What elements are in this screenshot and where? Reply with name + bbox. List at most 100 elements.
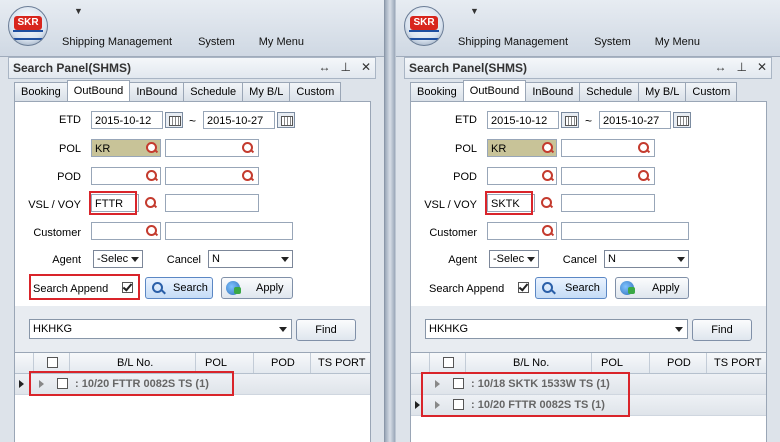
- menu-system[interactable]: System: [198, 34, 235, 50]
- tab-booking[interactable]: Booking: [410, 82, 464, 101]
- tab-strip: Booking OutBound InBound Schedule My B/L…: [410, 80, 738, 101]
- quick-access-dropdown-icon[interactable]: ▼: [470, 6, 479, 16]
- search-form: ETD 2015-10-12 ~ 2015-10-27 POL KR POD V…: [410, 101, 767, 308]
- etd-label: ETD: [455, 114, 477, 126]
- find-button[interactable]: Find: [692, 319, 752, 341]
- title-bar: SKR ▼ Shipping Management System My Menu: [396, 0, 780, 57]
- etd-to-input[interactable]: 2015-10-27: [599, 111, 671, 129]
- col-pod[interactable]: POD: [667, 357, 691, 369]
- tab-custom[interactable]: Custom: [289, 82, 342, 101]
- menu-shipping-management[interactable]: Shipping Management: [62, 34, 172, 50]
- window-divider: [385, 0, 395, 442]
- menu-my-menu[interactable]: My Menu: [655, 34, 700, 50]
- search-icon[interactable]: [144, 196, 158, 210]
- voy-input[interactable]: [561, 194, 655, 212]
- search-icon[interactable]: [541, 141, 555, 155]
- col-pol[interactable]: POL: [205, 357, 227, 369]
- close-icon[interactable]: ✕: [757, 60, 767, 74]
- tab-schedule[interactable]: Schedule: [183, 82, 244, 101]
- search-icon[interactable]: [541, 169, 555, 183]
- customer-name-input[interactable]: [561, 222, 689, 240]
- search-icon[interactable]: [241, 141, 255, 155]
- tab-inbound[interactable]: InBound: [525, 82, 581, 101]
- search-icon[interactable]: [241, 169, 255, 183]
- agent-label: Agent: [448, 254, 477, 266]
- tab-inbound[interactable]: InBound: [129, 82, 185, 101]
- select-all-checkbox[interactable]: [47, 357, 58, 368]
- pol-label: POL: [58, 143, 81, 155]
- search-icon[interactable]: [145, 169, 159, 183]
- menu-shipping-management[interactable]: Shipping Management: [458, 34, 568, 50]
- apply-button[interactable]: Apply: [615, 277, 689, 299]
- search-button[interactable]: Search: [145, 277, 213, 299]
- voy-input[interactable]: [165, 194, 259, 212]
- title-bar: SKR ▼ Shipping Management System My Menu: [0, 0, 384, 57]
- col-bl-no[interactable]: B/L No.: [117, 357, 153, 369]
- annotation-highlight: [485, 191, 533, 215]
- pin-icon[interactable]: ⊥: [736, 60, 746, 74]
- logo-text: SKR: [410, 16, 438, 30]
- search-icon[interactable]: [541, 224, 555, 238]
- search-icon: [150, 281, 166, 295]
- apply-button[interactable]: Apply: [221, 277, 293, 299]
- col-pol[interactable]: POL: [601, 357, 623, 369]
- calendar-icon[interactable]: [673, 112, 691, 128]
- agent-value: -Selec: [493, 253, 525, 265]
- search-icon[interactable]: [145, 141, 159, 155]
- menu-bar: Shipping Management System My Menu: [458, 34, 726, 50]
- etd-from-input[interactable]: 2015-10-12: [487, 111, 559, 129]
- search-button-label: Search: [565, 282, 600, 294]
- pod-label: POD: [57, 171, 81, 183]
- port-select[interactable]: HKHKG: [425, 319, 688, 339]
- menu-my-menu[interactable]: My Menu: [259, 34, 304, 50]
- tab-booking[interactable]: Booking: [14, 82, 68, 101]
- select-all-checkbox[interactable]: [443, 357, 454, 368]
- search-button[interactable]: Search: [535, 277, 607, 299]
- resize-icon[interactable]: ↔: [714, 60, 726, 74]
- calendar-icon[interactable]: [561, 112, 579, 128]
- agent-label: Agent: [52, 254, 81, 266]
- chevron-down-icon: [675, 327, 683, 332]
- col-bl-no[interactable]: B/L No.: [513, 357, 549, 369]
- search-panel-header: Search Panel(SHMS) ↔ ⊥ ✕: [404, 57, 772, 79]
- app-logo[interactable]: SKR: [404, 6, 444, 46]
- customer-name-input[interactable]: [165, 222, 293, 240]
- search-icon[interactable]: [540, 196, 554, 210]
- col-ts-port[interactable]: TS PORT: [714, 357, 761, 369]
- search-append-checkbox[interactable]: [518, 282, 529, 293]
- tab-outbound[interactable]: OutBound: [66, 80, 131, 101]
- tab-schedule[interactable]: Schedule: [579, 82, 640, 101]
- etd-to-input[interactable]: 2015-10-27: [203, 111, 275, 129]
- calendar-icon[interactable]: [165, 112, 183, 128]
- row-indicator-icon: [415, 401, 420, 409]
- tab-my-bl[interactable]: My B/L: [242, 82, 291, 101]
- cancel-select[interactable]: N: [208, 250, 293, 268]
- tab-outbound[interactable]: OutBound: [462, 80, 527, 101]
- annotation-highlight: [29, 371, 234, 396]
- annotation-highlight: [421, 372, 630, 417]
- app-logo[interactable]: SKR: [8, 6, 48, 46]
- menu-system[interactable]: System: [594, 34, 631, 50]
- close-icon[interactable]: ✕: [361, 60, 371, 74]
- quick-access-dropdown-icon[interactable]: ▼: [74, 6, 83, 16]
- etd-label: ETD: [59, 114, 81, 126]
- tab-my-bl[interactable]: My B/L: [638, 82, 687, 101]
- tab-custom[interactable]: Custom: [685, 82, 738, 101]
- pin-icon[interactable]: ⊥: [340, 60, 350, 74]
- search-icon[interactable]: [637, 169, 651, 183]
- search-icon: [540, 281, 556, 295]
- pod-label: POD: [453, 171, 477, 183]
- find-button[interactable]: Find: [296, 319, 356, 341]
- search-append-label: Search Append: [429, 283, 505, 295]
- port-select[interactable]: HKHKG: [29, 319, 292, 339]
- globe-icon: [620, 281, 635, 295]
- resize-icon[interactable]: ↔: [318, 60, 330, 74]
- search-icon[interactable]: [145, 224, 159, 238]
- col-pod[interactable]: POD: [271, 357, 295, 369]
- cancel-select[interactable]: N: [604, 250, 689, 268]
- search-icon[interactable]: [637, 141, 651, 155]
- agent-value: -Selec: [97, 253, 129, 265]
- col-ts-port[interactable]: TS PORT: [318, 357, 365, 369]
- etd-from-input[interactable]: 2015-10-12: [91, 111, 163, 129]
- calendar-icon[interactable]: [277, 112, 295, 128]
